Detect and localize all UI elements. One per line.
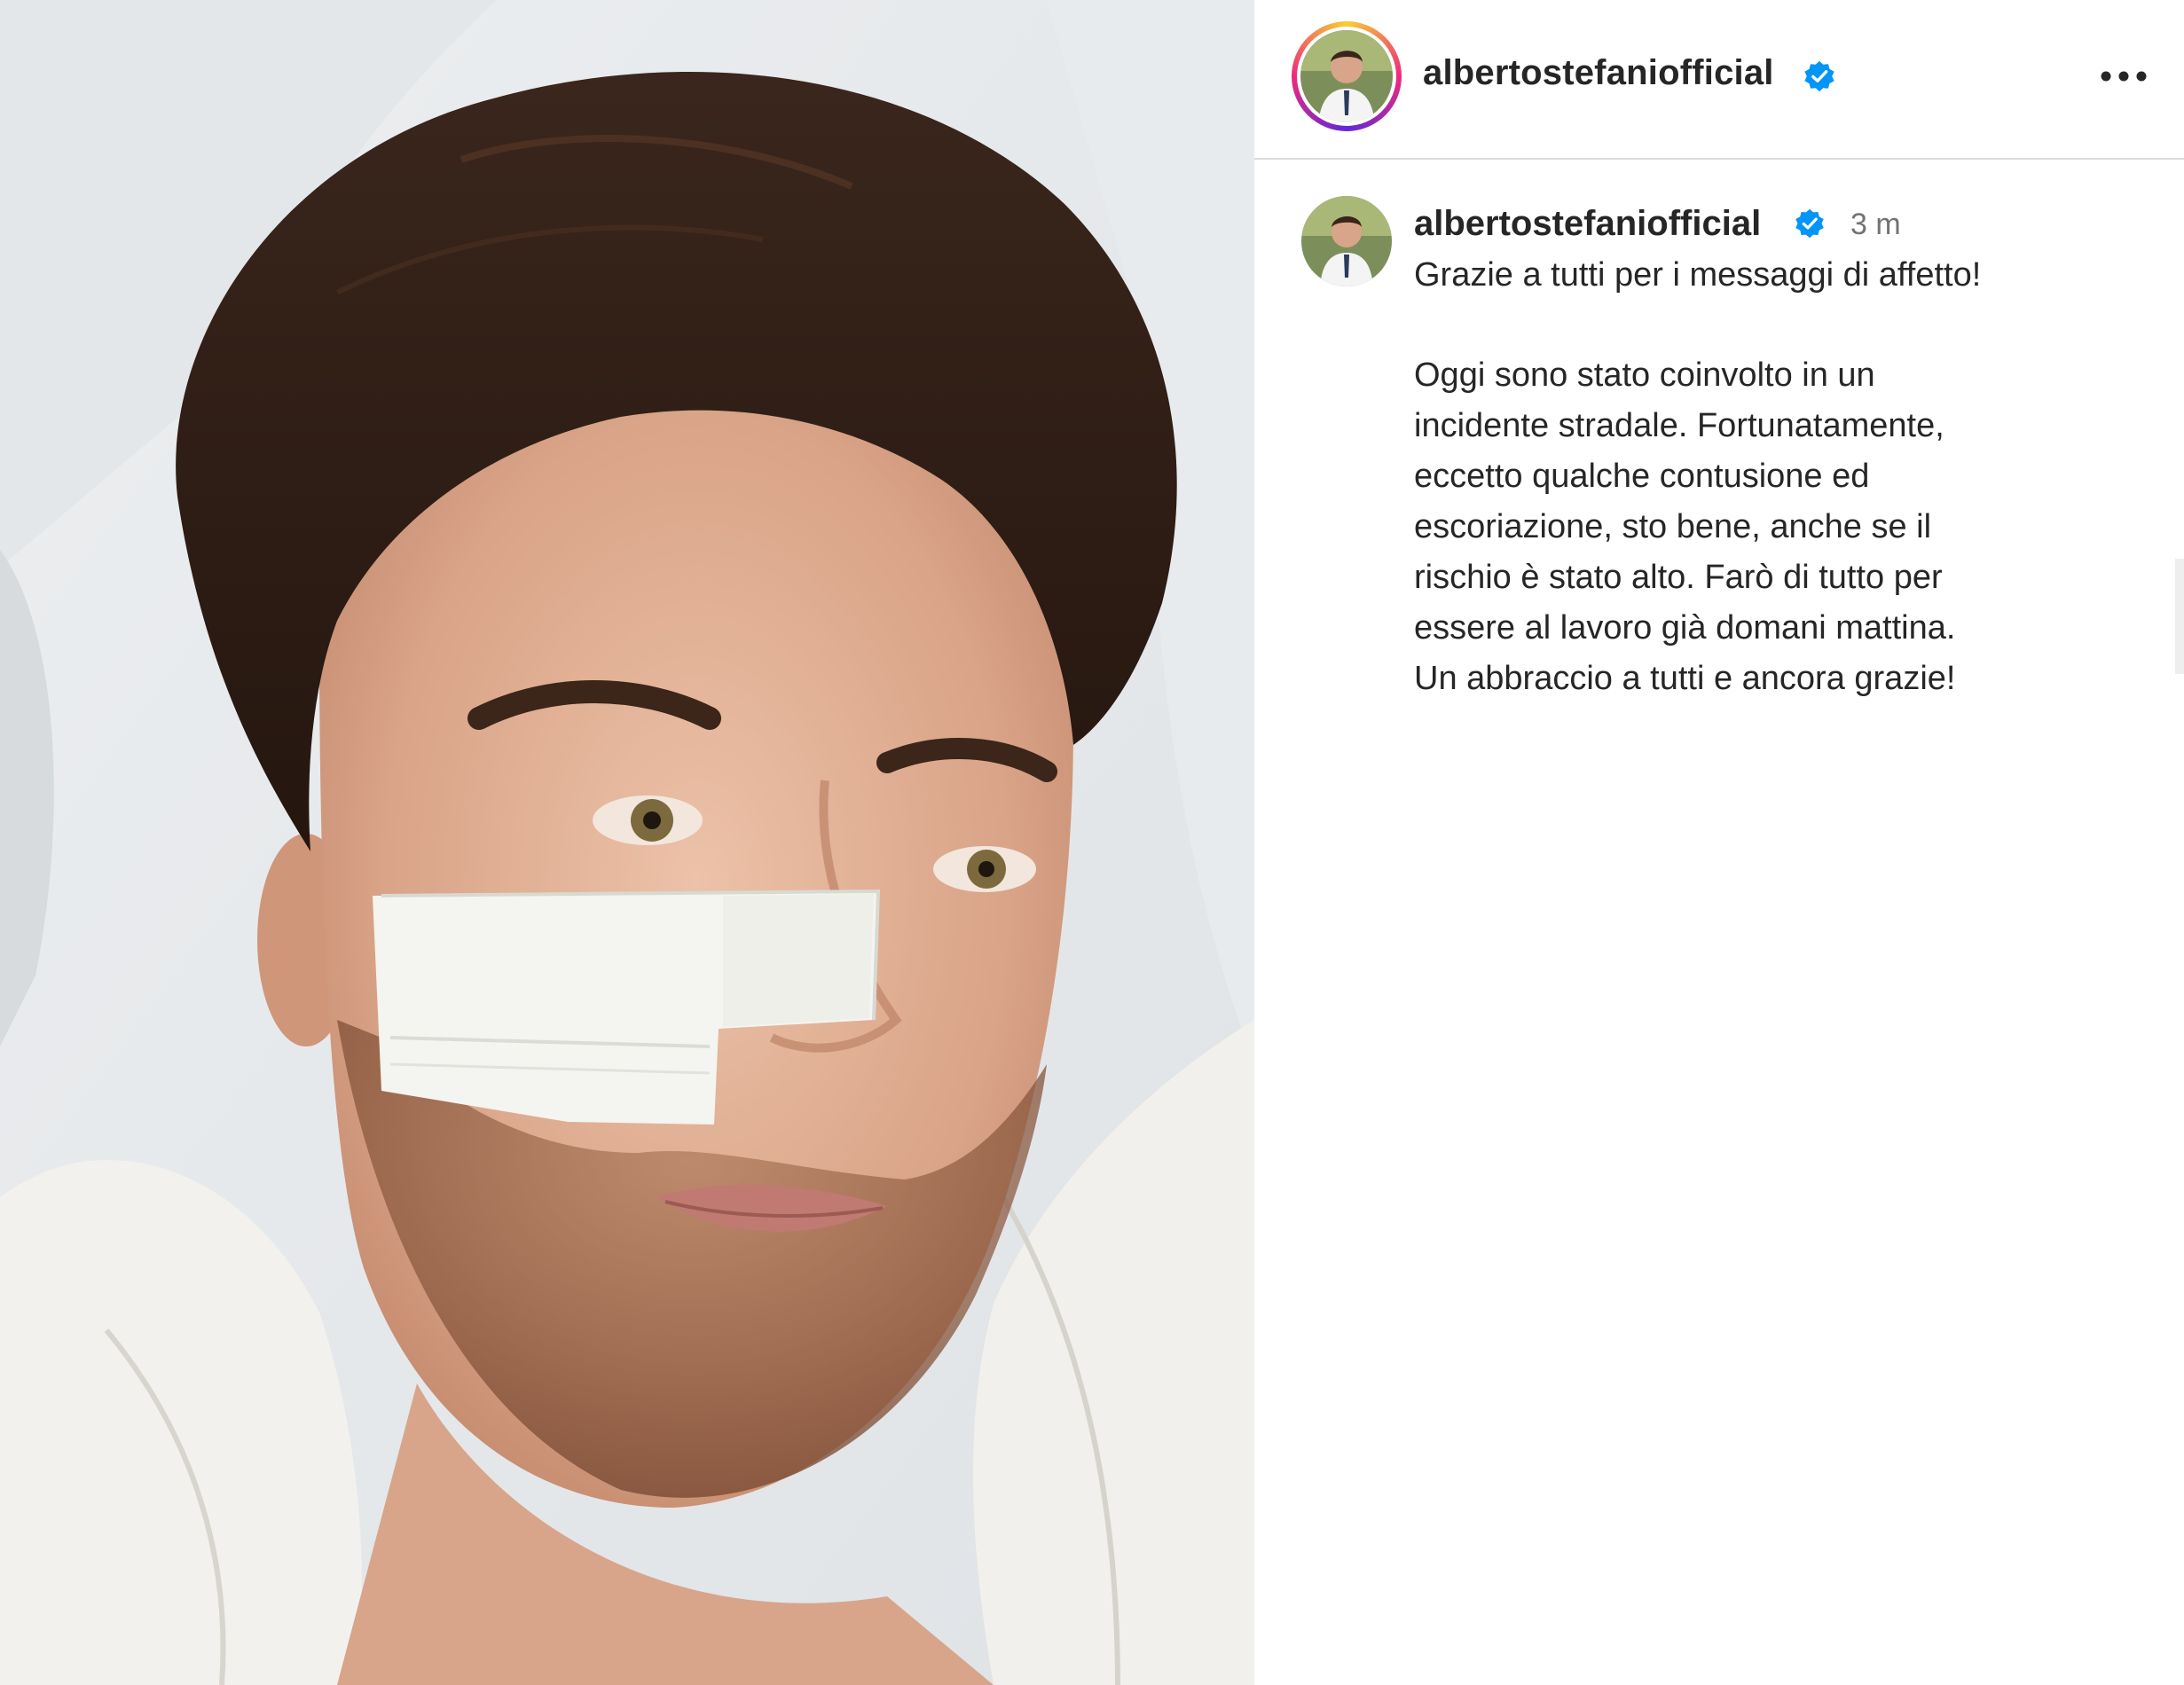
caption-line: essere al lavoro già domani mattina. <box>1414 609 1956 647</box>
verified-badge-icon <box>1804 60 1834 92</box>
caption-avatar[interactable] <box>1300 195 1393 287</box>
caption-line: Oggi sono stato coinvolto in un <box>1414 357 1875 394</box>
avatar <box>1300 30 1393 122</box>
caption-line: eccetto qualche contusione ed <box>1414 458 1870 495</box>
caption-username[interactable]: albertostefaniofficial <box>1414 204 1761 244</box>
caption-line: escoriazione, sto bene, anche se il <box>1414 508 1932 545</box>
caption-text: Grazie a tutti per i messaggi di affetto… <box>1414 250 2141 704</box>
header-username[interactable]: albertostefaniofficial <box>1423 53 1774 93</box>
selfie-photo-illustration <box>0 0 1254 1685</box>
story-ring-avatar[interactable] <box>1292 21 1402 131</box>
caption-line: Un abbraccio a tutti e ancora grazie! <box>1414 660 1956 697</box>
post-timestamp[interactable]: 3 m <box>1850 208 1901 242</box>
verified-badge-icon <box>1795 208 1824 239</box>
caption-line: incidente stradale. Fortunatamente, <box>1414 407 1944 444</box>
caption-line: Grazie a tutti per i messaggi di affetto… <box>1414 256 1982 294</box>
caption-line: rischio è stato alto. Farò di tutto per <box>1414 559 1943 596</box>
post-side-panel: albertostefaniofficial albertostefanioff… <box>1254 0 2184 1685</box>
scrollbar[interactable] <box>2175 559 2184 674</box>
post-header: albertostefaniofficial <box>1254 0 2184 160</box>
post-photo[interactable] <box>0 0 1254 1685</box>
more-options-icon[interactable] <box>2097 50 2150 103</box>
